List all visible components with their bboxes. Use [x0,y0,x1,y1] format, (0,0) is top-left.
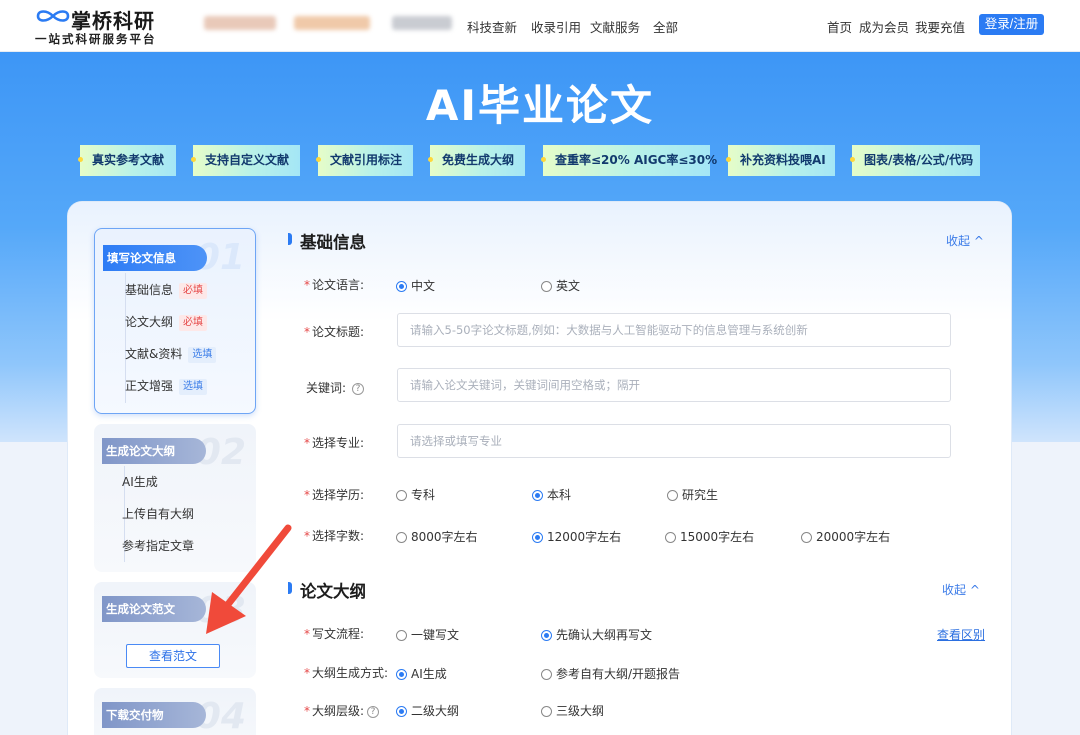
field-label-major: * 选择专业: [304,436,365,450]
collapse-outline-toggle[interactable]: 收起 ^ [942,581,980,598]
step-generate-sample[interactable]: 03 生成论文范文 查看范文 [94,582,256,678]
step-item-literature[interactable]: 文献&资料 选填 [125,342,217,366]
radio-words-12000[interactable]: 12000字左右 [532,528,621,545]
field-label-language: * 论文语言: [304,278,365,292]
radio-level-two[interactable]: 二级大纲 [396,702,459,719]
logo-infinity-icon [36,10,70,22]
step-title: 生成论文大纲 [102,438,206,464]
step-title: 生成论文范文 [102,596,206,622]
blurred-nav-2[interactable] [294,16,370,30]
step-fill-info[interactable]: 01 填写论文信息 基础信息 必填 论文大纲 必填 文献&资料 选填 正文增强 选填 [94,228,256,414]
feature-tag-feed-ai: 补充资料投喂AI [726,145,835,176]
field-label-title: * 论文标题: [304,325,365,339]
field-label-level: * 大纲层级:? [304,702,380,719]
field-label-words: * 选择字数: [304,529,365,543]
paper-title-input[interactable] [397,313,951,347]
required-badge: 必填 [179,314,208,331]
nav-link-novelty[interactable]: 科技查新 [467,17,517,36]
nav-link-literature[interactable]: 文献服务 [590,17,640,36]
collapse-basic-toggle[interactable]: 收起 ^ [946,232,984,249]
paper-form-card: 01 填写论文信息 基础信息 必填 论文大纲 必填 文献&资料 选填 正文增强 选填 0… [68,202,1011,735]
section-title-outline: 论文大纲 [288,578,366,602]
radio-language-chinese[interactable]: 中文 [396,277,435,294]
blurred-nav-1[interactable] [204,16,276,30]
nav-link-home[interactable]: 首页 [827,17,852,36]
radio-words-20000[interactable]: 20000字左右 [801,528,890,545]
radio-method-own-outline[interactable]: 参考自有大纲/开题报告 [541,665,680,682]
radio-language-english[interactable]: 英文 [541,277,580,294]
major-select[interactable] [397,424,951,458]
radio-degree-junior-college[interactable]: 专科 [396,486,435,503]
nav-link-membership[interactable]: 成为会员 [859,17,909,36]
view-difference-link[interactable]: 查看区别 [937,626,985,643]
feature-tag-custom-refs: 支持自定义文献 [191,145,300,176]
top-nav: 掌桥科研 一站式科研服务平台 科技查新 收录引用 文献服务 全部 首页 成为会员… [0,0,1080,52]
login-button[interactable]: 登录/注册 [979,14,1044,35]
step-item-reference-article[interactable]: 参考指定文章 [122,534,194,558]
field-label-keywords: 关键词:? [306,379,365,396]
step-title: 填写论文信息 [103,245,207,271]
radio-words-8000[interactable]: 8000字左右 [396,528,478,545]
nav-link-recharge[interactable]: 我要充值 [915,17,965,36]
radio-flow-confirm-outline[interactable]: 先确认大纲再写文 [541,626,652,643]
logo[interactable]: 掌桥科研 一站式科研服务平台 [35,4,165,48]
section-title-basic: 基础信息 [288,229,366,253]
radio-degree-bachelor[interactable]: 本科 [532,486,571,503]
radio-method-ai[interactable]: AI生成 [396,665,447,682]
feature-tag-free-outline: 免费生成大纲 [428,145,525,176]
nav-link-citation[interactable]: 收录引用 [531,17,581,36]
step-item-ai-generate[interactable]: AI生成 [122,470,158,494]
step-item-basic-info[interactable]: 基础信息 必填 [125,278,208,302]
required-badge: 必填 [179,282,208,299]
step-generate-outline[interactable]: 02 生成论文大纲 AI生成 上传自有大纲 参考指定文章 [94,424,256,572]
field-label-degree: * 选择学历: [304,488,365,502]
radio-degree-graduate[interactable]: 研究生 [667,486,718,503]
step-title: 下载交付物 [102,702,206,728]
keywords-input[interactable] [397,368,951,402]
step-item-outline[interactable]: 论文大纲 必填 [125,310,208,334]
logo-title: 掌桥科研 [71,9,155,33]
nav-link-all[interactable]: 全部 [653,17,678,36]
field-label-method: * 大纲生成方式: [304,666,389,680]
feature-tag-plagiarism-rate: 查重率≤20% AIGC率≤30% [541,145,717,176]
hero-title: AI毕业论文 [425,81,655,130]
help-icon[interactable]: ? [367,705,380,718]
optional-badge: 选填 [179,378,208,395]
logo-subtitle: 一站式科研服务平台 [35,32,157,46]
radio-flow-one-click[interactable]: 一键写文 [396,626,459,643]
step-item-upload-outline[interactable]: 上传自有大纲 [122,502,194,526]
optional-badge: 选填 [188,346,217,363]
radio-words-15000[interactable]: 15000字左右 [665,528,754,545]
radio-level-three[interactable]: 三级大纲 [541,702,604,719]
feature-tag-real-refs: 真实参考文献 [78,145,176,176]
step-item-body-enhance[interactable]: 正文增强 选填 [125,374,208,398]
field-label-flow: * 写文流程: [304,627,365,641]
feature-tag-citation-marks: 文献引用标注 [316,145,413,176]
feature-tag-charts-code: 图表/表格/公式/代码 [850,145,980,176]
step-download[interactable]: 04 下载交付物 [94,688,256,735]
view-sample-button[interactable]: 查看范文 [126,644,220,668]
blurred-nav-3[interactable] [392,16,452,30]
help-icon[interactable]: ? [352,382,365,395]
